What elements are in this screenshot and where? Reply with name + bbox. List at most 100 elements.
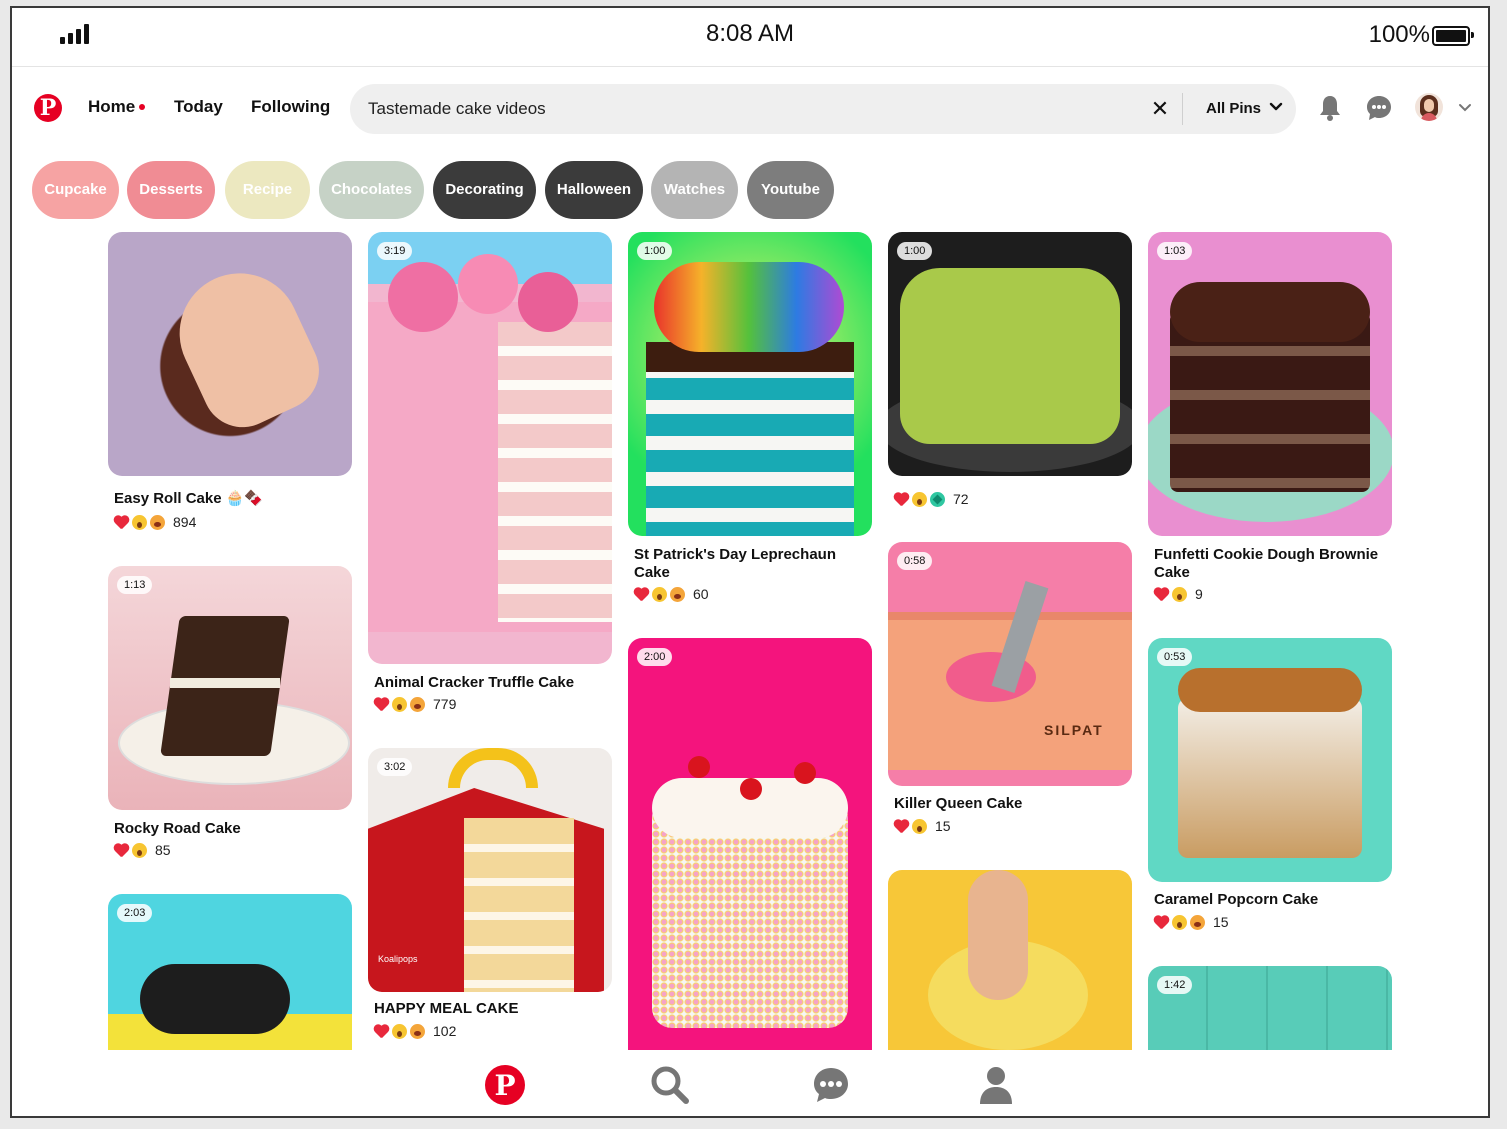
- home-tab-pinterest-icon[interactable]: P: [484, 1064, 526, 1106]
- reaction-count: 779: [433, 696, 457, 712]
- pin-thumbnail[interactable]: 2:00: [628, 638, 872, 1050]
- reaction-count: 9: [1195, 586, 1203, 602]
- heart-reaction-icon: [894, 492, 909, 507]
- pin-card[interactable]: 1:03 Funfetti Cookie Dough Brownie Cake …: [1148, 232, 1392, 612]
- pinterest-logo-icon[interactable]: P: [34, 94, 62, 122]
- pin-title[interactable]: Killer Queen Cake: [894, 795, 1022, 813]
- pin-title[interactable]: HAPPY MEAL CAKE: [374, 1000, 518, 1018]
- pin-title[interactable]: Easy Roll Cake 🧁🍫: [114, 490, 263, 508]
- pin-card[interactable]: SILPAT 0:58 Killer Queen Cake 15: [888, 542, 1132, 852]
- chip-desserts[interactable]: Desserts: [127, 161, 215, 219]
- chip-chocolates[interactable]: Chocolates: [319, 161, 424, 219]
- home-notification-dot: [139, 104, 145, 110]
- video-duration: 3:19: [377, 242, 413, 260]
- reaction-count: 15: [935, 818, 951, 834]
- pin-card[interactable]: 1:00 St Patrick's Day Leprechaun Cake 60: [628, 232, 872, 612]
- chip-cupcake[interactable]: Cupcake: [32, 161, 119, 219]
- reaction-count: 102: [433, 1023, 457, 1039]
- pin-card[interactable]: Easy Roll Cake 🧁🍫 894: [108, 232, 352, 542]
- video-duration: 2:00: [637, 648, 673, 666]
- chevron-down-icon[interactable]: [1266, 96, 1286, 116]
- pin-card[interactable]: 1:13 Rocky Road Cake 85: [108, 566, 352, 876]
- heart-reaction-icon: [114, 515, 129, 530]
- pin-feed: Easy Roll Cake 🧁🍫 894 1:13 Rocky Road Ca…: [12, 230, 1488, 1050]
- nav-today[interactable]: Today: [174, 97, 223, 117]
- search-bar[interactable]: Tastemade cake videos ✕ All Pins: [350, 84, 1296, 134]
- face-reaction-icon: [150, 514, 165, 530]
- avatar[interactable]: [1415, 93, 1443, 121]
- pin-thumbnail[interactable]: 1:00: [888, 232, 1132, 476]
- video-duration: 1:00: [637, 242, 673, 260]
- wow-reaction-icon: [912, 491, 927, 507]
- star-reaction-icon: [930, 491, 945, 507]
- messages-tab-icon[interactable]: [810, 1064, 852, 1106]
- pin-thumbnail[interactable]: 2:03: [108, 894, 352, 1050]
- pin-reactions: 72: [894, 490, 969, 508]
- pin-thumbnail[interactable]: [108, 232, 352, 476]
- pin-title[interactable]: Caramel Popcorn Cake: [1154, 891, 1318, 909]
- chip-decorating[interactable]: Decorating: [433, 161, 536, 219]
- chip-halloween[interactable]: Halloween: [545, 161, 643, 219]
- face-reaction-icon: [410, 696, 425, 712]
- pin-reactions: 779: [374, 695, 456, 713]
- heart-reaction-icon: [894, 819, 909, 834]
- pin-reactions: 9: [1154, 585, 1203, 603]
- pin-card[interactable]: 2:03: [108, 894, 352, 1050]
- video-duration: 1:13: [117, 576, 153, 594]
- pin-reactions: 15: [894, 817, 951, 835]
- pin-title[interactable]: Animal Cracker Truffle Cake: [374, 674, 574, 692]
- status-bar: 8:08 AM 100%: [12, 8, 1488, 67]
- wow-reaction-icon: [912, 818, 927, 834]
- video-duration: 3:02: [377, 758, 413, 776]
- heart-reaction-icon: [374, 697, 389, 712]
- nav-home[interactable]: Home: [88, 97, 135, 117]
- pin-thumbnail[interactable]: 1:42: [1148, 966, 1392, 1050]
- pin-thumbnail[interactable]: 0:53: [1148, 638, 1392, 882]
- pin-thumbnail[interactable]: SILPAT 0:58: [888, 542, 1132, 786]
- pin-thumbnail[interactable]: 1:03: [1148, 232, 1392, 536]
- search-tab-icon[interactable]: [649, 1064, 691, 1106]
- pin-reactions: 894: [114, 513, 196, 531]
- messages-icon[interactable]: [1366, 95, 1392, 121]
- account-chevron-down-icon[interactable]: [1456, 98, 1474, 116]
- pin-thumbnail[interactable]: 3:19: [368, 232, 612, 664]
- search-input[interactable]: Tastemade cake videos: [368, 99, 546, 119]
- mat-text: SILPAT: [1044, 722, 1104, 738]
- bell-icon[interactable]: [1318, 94, 1342, 122]
- video-duration: 2:03: [117, 904, 153, 922]
- wow-reaction-icon: [132, 842, 147, 858]
- chip-recipe[interactable]: Recipe: [225, 161, 310, 219]
- chip-youtube[interactable]: Youtube: [747, 161, 834, 219]
- pin-thumbnail[interactable]: 1:13: [108, 566, 352, 810]
- profile-tab-icon[interactable]: [975, 1064, 1017, 1106]
- heart-reaction-icon: [634, 587, 649, 602]
- pin-card[interactable]: 1:00 72: [888, 232, 1132, 522]
- pin-reactions: 15: [1154, 913, 1229, 931]
- chip-watches[interactable]: Watches: [651, 161, 738, 219]
- pin-card[interactable]: Koalipops 3:02 HAPPY MEAL CAKE 102: [368, 748, 612, 1048]
- pin-reactions: 60: [634, 585, 709, 603]
- pin-card[interactable]: 1:42: [1148, 966, 1392, 1050]
- pin-card[interactable]: 3:19 Animal Cracker Truffle Cake 779: [368, 232, 612, 722]
- top-nav: P Home Today Following Tastemade cake vi…: [12, 80, 1488, 136]
- wow-reaction-icon: [1172, 914, 1187, 930]
- pin-title[interactable]: Funfetti Cookie Dough Brownie Cake: [1154, 546, 1386, 582]
- wow-reaction-icon: [132, 514, 147, 530]
- pin-title[interactable]: Rocky Road Cake: [114, 820, 241, 838]
- pin-card[interactable]: 0:53 Caramel Popcorn Cake 15: [1148, 638, 1392, 948]
- face-reaction-icon: [410, 1023, 425, 1039]
- video-duration: 1:00: [897, 242, 933, 260]
- nav-following[interactable]: Following: [251, 97, 330, 117]
- pin-thumbnail[interactable]: 1:00: [628, 232, 872, 536]
- pin-title[interactable]: St Patrick's Day Leprechaun Cake: [634, 546, 866, 582]
- svg-text:P: P: [494, 1069, 515, 1102]
- pin-filter-dropdown[interactable]: All Pins: [1206, 100, 1261, 117]
- pin-thumbnail[interactable]: Koalipops 3:02: [368, 748, 612, 992]
- pin-card[interactable]: 2:00: [628, 638, 872, 1050]
- clear-search-icon[interactable]: ✕: [1147, 92, 1173, 126]
- pin-reactions: 102: [374, 1022, 456, 1040]
- pin-card[interactable]: [888, 870, 1132, 1050]
- pin-reactions: 85: [114, 841, 171, 859]
- reaction-count: 72: [953, 491, 969, 507]
- pin-thumbnail[interactable]: [888, 870, 1132, 1050]
